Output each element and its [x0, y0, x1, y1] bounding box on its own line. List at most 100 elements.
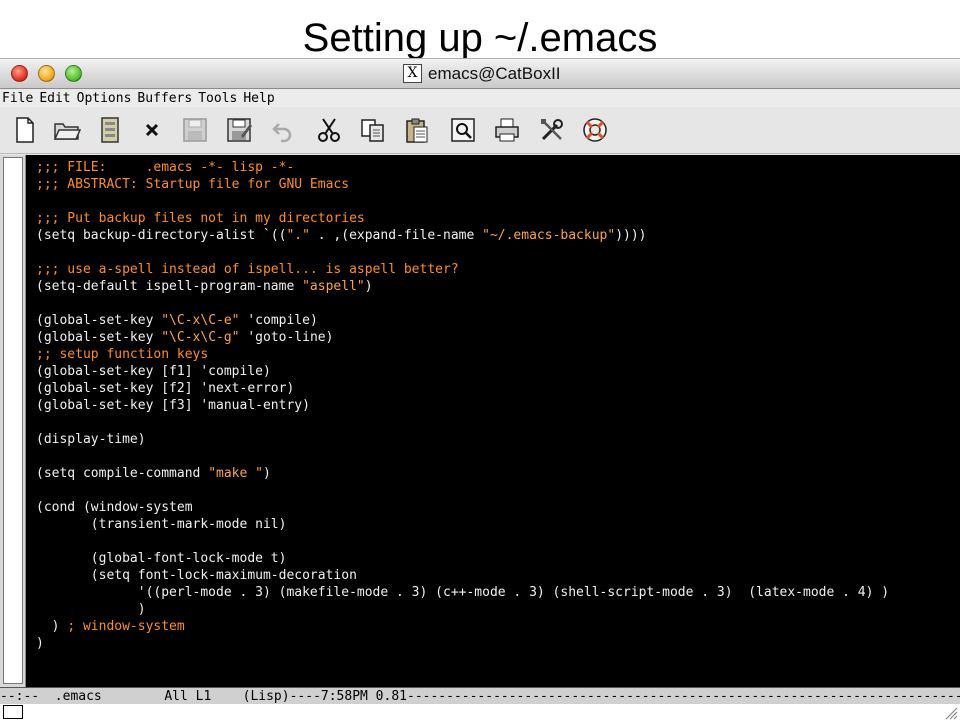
search-icon[interactable]	[448, 115, 478, 145]
code-token: (display-time)	[36, 432, 146, 447]
code-string: "."	[286, 228, 310, 243]
code-string: "\C-x\C-g"	[161, 330, 240, 345]
tools-icon[interactable]	[537, 115, 567, 145]
code-line[interactable]: '((perl-mode . 3) (makefile-mode . 3) (c…	[36, 584, 956, 601]
code-line[interactable]	[36, 193, 956, 210]
code-token: (global-set-key	[36, 330, 162, 345]
zoom-window-button[interactable]	[65, 65, 82, 82]
code-string: "make "	[208, 466, 263, 481]
code-line[interactable]: (setq font-lock-maximum-decoration	[36, 567, 956, 584]
code-string: "aspell"	[302, 279, 365, 294]
menu-tools[interactable]: Tools	[196, 90, 237, 107]
code-line[interactable]: ;;; Put backup files not in my directori…	[36, 210, 956, 227]
code-token: (global-set-key [f2] 'next-error)	[36, 381, 295, 396]
code-line[interactable]: (setq compile-command "make ")	[36, 465, 956, 482]
code-comment: ; window-system	[67, 619, 185, 634]
code-line[interactable]: (setq backup-directory-alist `(("." . ,(…	[36, 227, 956, 244]
menu-bar: File Edit Options Buffers Tools Help	[0, 90, 960, 107]
editor-buffer[interactable]: ;;; FILE: .emacs -*- lisp -*- ;;; ABSTRAC…	[0, 155, 960, 687]
scrollbar[interactable]	[0, 155, 26, 687]
code-token: )	[36, 619, 68, 634]
code-comment: ;;; FILE: .emacs -*- lisp -*-	[36, 160, 295, 175]
menu-file[interactable]: File	[0, 90, 33, 107]
code-token: (cond (window-system	[36, 500, 193, 515]
code-line[interactable]	[36, 533, 956, 550]
code-string: "\C-x\C-e"	[161, 313, 240, 328]
code-token: . ,(expand-file-name	[309, 228, 483, 243]
close-x-icon[interactable]	[137, 115, 167, 145]
code-token: (transient-mark-mode nil)	[36, 517, 287, 532]
code-token: ))))	[615, 228, 647, 243]
code-token: )	[262, 466, 271, 481]
code-line[interactable]: )	[36, 601, 956, 618]
code-line[interactable]: (global-set-key [f2] 'next-error)	[36, 380, 956, 397]
code-token: (setq font-lock-maximum-decoration	[36, 568, 357, 583]
code-token: (global-font-lock-mode t)	[36, 551, 287, 566]
code-token: 'compile)	[239, 313, 318, 328]
code-comment: ;; setup function keys	[36, 347, 209, 362]
code-line[interactable]: (global-set-key [f3] 'manual-entry)	[36, 397, 956, 414]
code-token: )	[36, 602, 146, 617]
floppy-save-icon[interactable]	[180, 115, 210, 145]
code-token: (setq backup-directory-alist `((	[36, 228, 287, 243]
copy-icon[interactable]	[358, 115, 388, 145]
code-token: (global-set-key [f1] 'compile)	[36, 364, 271, 379]
cut-icon[interactable]	[314, 115, 344, 145]
code-string: "~/.emacs-backup"	[482, 228, 616, 243]
scrollbar-thumb[interactable]	[3, 157, 23, 684]
code-token: )	[36, 636, 44, 651]
code-line[interactable]: )	[36, 635, 956, 652]
code-line[interactable]	[36, 448, 956, 465]
code-line[interactable]	[36, 295, 956, 312]
code-text[interactable]: ;;; FILE: .emacs -*- lisp -*- ;;; ABSTRAC…	[36, 159, 956, 683]
menu-edit[interactable]: Edit	[37, 90, 70, 107]
close-window-button[interactable]	[11, 65, 28, 82]
mode-line: --:-- .emacs All L1 (Lisp)----7:58PM 0.8…	[0, 687, 960, 704]
code-token: (setq-default ispell-program-name	[36, 279, 303, 294]
code-line[interactable]: (global-set-key "\C-x\C-g" 'goto-line)	[36, 329, 956, 346]
minimize-window-button[interactable]	[38, 65, 55, 82]
code-line[interactable]	[36, 482, 956, 499]
code-line[interactable]: ;;; ABSTRACT: Startup file for GNU Emacs	[36, 176, 956, 193]
code-token: (global-set-key	[36, 313, 162, 328]
code-line[interactable]: (setq-default ispell-program-name "aspel…	[36, 278, 956, 295]
code-token: (setq compile-command	[36, 466, 209, 481]
title-bar[interactable]: X emacs@CatBoxII	[0, 59, 960, 89]
code-line[interactable]: (global-set-key [f1] 'compile)	[36, 363, 956, 380]
menu-help[interactable]: Help	[241, 90, 274, 107]
code-comment: ;;; Put backup files not in my directori…	[36, 211, 365, 226]
code-line[interactable]: ;;; FILE: .emacs -*- lisp -*-	[36, 159, 956, 176]
code-line[interactable]: ;; setup function keys	[36, 346, 956, 363]
save-drive-icon[interactable]	[95, 115, 125, 145]
code-token: (global-set-key [f3] 'manual-entry)	[36, 398, 310, 413]
code-line[interactable]: ) ; window-system	[36, 618, 956, 635]
window-title: emacs@CatBoxII	[428, 64, 561, 83]
code-token: '((perl-mode . 3) (makefile-mode . 3) (c…	[36, 585, 890, 600]
x11-icon: X	[403, 64, 422, 83]
emacs-window: X emacs@CatBoxII File Edit Options Buffers T…	[0, 58, 960, 720]
new-file-icon[interactable]	[10, 115, 40, 145]
menu-buffers[interactable]: Buffers	[135, 90, 192, 107]
floppy-edit-icon[interactable]	[224, 115, 254, 145]
code-comment: ;;; ABSTRACT: Startup file for GNU Emacs	[36, 177, 350, 192]
menu-options[interactable]: Options	[75, 90, 132, 107]
code-line[interactable]: (transient-mark-mode nil)	[36, 516, 956, 533]
code-token: 'goto-line)	[239, 330, 334, 345]
code-line[interactable]: (global-font-lock-mode t)	[36, 550, 956, 567]
toolbar	[0, 108, 960, 154]
code-comment: ;;; use a-spell instead of ispell... is …	[36, 262, 459, 277]
open-folder-icon[interactable]	[52, 115, 82, 145]
code-line[interactable]: (global-set-key "\C-x\C-e" 'compile)	[36, 312, 956, 329]
print-icon[interactable]	[492, 115, 522, 145]
code-line[interactable]: (cond (window-system	[36, 499, 956, 516]
resize-grip-icon[interactable]	[942, 704, 958, 720]
code-line[interactable]: ;;; use a-spell instead of ispell... is …	[36, 261, 956, 278]
code-line[interactable]	[36, 414, 956, 431]
code-line[interactable]: (display-time)	[36, 431, 956, 448]
undo-icon[interactable]	[268, 115, 298, 145]
paste-icon[interactable]	[402, 115, 432, 145]
minibuffer[interactable]	[0, 704, 960, 720]
code-token: )	[364, 279, 373, 294]
code-line[interactable]	[36, 244, 956, 261]
help-lifebuoy-icon[interactable]	[580, 115, 610, 145]
